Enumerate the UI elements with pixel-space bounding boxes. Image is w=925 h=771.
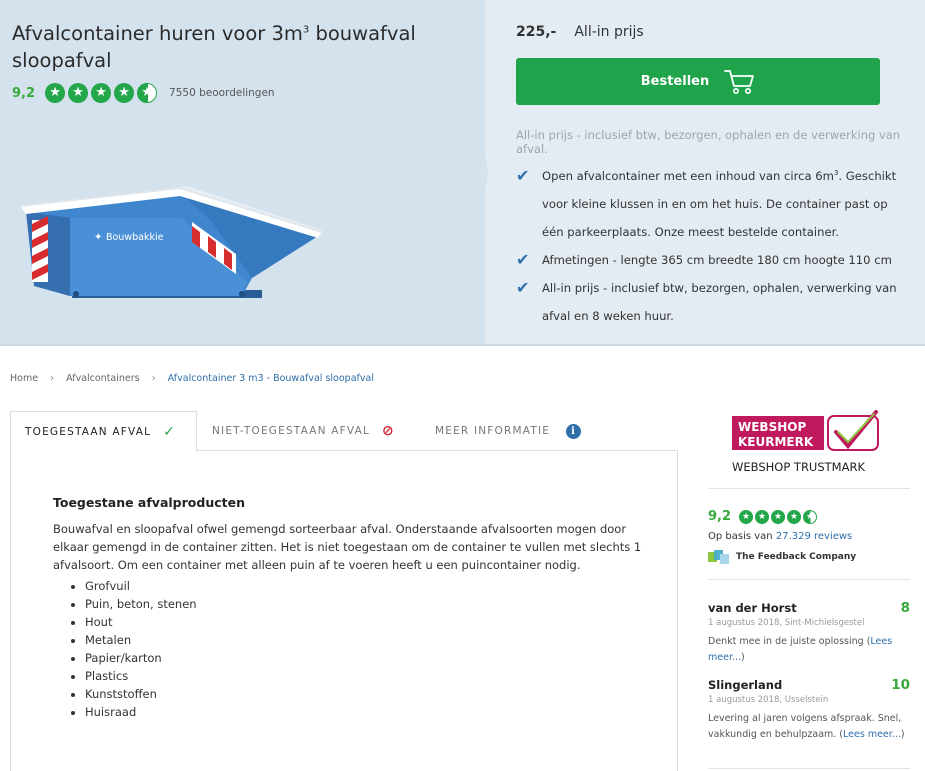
order-button-label: Bestellen [640,74,710,89]
rating-stars: ★ ★ ★ ★ ★ [45,83,158,103]
review-score: 8 [900,600,910,616]
half-star-icon: ★ [137,83,158,103]
chevron-right-icon: › [151,373,156,384]
list-item: Metalen [85,631,197,649]
svg-text:WEBSHOP TRUSTMARK: WEBSHOP TRUSTMARK [732,460,865,474]
star-icon: ★ [755,509,770,524]
tab-label: TOEGESTAAN AFVAL [25,426,152,438]
breadcrumb-home[interactable]: Home [10,373,38,384]
hazard-stripes-left [32,216,48,282]
panel-description: Bouwafval en sloopafval ofwel gemengd so… [53,522,642,572]
webshop-trustmark-logo[interactable]: WEBSHOP KEURMERK WEBSHOP TRUSTMARK [730,410,890,476]
tab-more-info[interactable]: MEER INFORMATIE i [435,411,582,451]
breadcrumb: Home › Afvalcontainers › Afvalcontainer … [10,373,374,384]
star-icon: ★ [771,509,786,524]
list-item: Hout [85,613,197,631]
order-button[interactable]: Bestellen [516,58,880,105]
review-count: 7550 beoordelingen [169,87,275,99]
review-item: van der Horst 8 1 augustus 2018, Sint-Mi… [708,600,910,666]
review-meta: 1 augustus 2018, Usselstein [708,695,829,705]
cart-icon [724,69,755,94]
panel-title: Toegestane afvalproducten [53,495,245,510]
star-icon: ★ [91,83,112,103]
breadcrumb-category[interactable]: Afvalcontainers [66,373,140,384]
star-icon: ★ [787,509,802,524]
tab-allowed-waste[interactable]: TOEGESTAAN AFVAL ✓ [10,411,197,452]
tab-panel: Toegestane afvalproducten Bouwafval en s… [10,450,678,771]
tab-label: MEER INFORMATIE [435,425,551,437]
list-item: Papier/karton [85,649,197,667]
list-item: Kunststoffen [85,685,197,703]
review-text: Denkt mee in de juiste oplossing (Lees m… [708,636,893,663]
feature-item: ✔ All-in prijs - inclusief btw, bezorgen… [516,274,911,330]
feature-item: ✔ Open afvalcontainer met een inhoud van… [516,162,911,246]
price-row: 225,- All-in prijs [516,24,644,40]
review-score: 10 [891,677,910,693]
tab-not-allowed-waste[interactable]: NIET-TOEGESTAAN AFVAL ⊘ [212,411,395,451]
tab-label: NIET-TOEGESTAAN AFVAL [212,425,371,437]
star-icon: ★ [114,83,135,103]
container-image: ✦ Bouwbakkie [19,186,323,298]
feature-list: ✔ Open afvalcontainer met een inhoud van… [516,162,911,330]
review-text: Levering al jaren volgens afspraak. Snel… [708,713,905,740]
hero-divider [0,344,925,346]
based-on-reviews: Op basis van 27.329 reviews [708,531,853,542]
info-icon: i [566,423,582,439]
sidebar-stars: ★ ★ ★ ★ ★ [739,509,818,524]
check-icon: ✔ [516,166,530,185]
feature-text: All-in prijs - inclusief btw, bezorgen, … [542,281,897,323]
feature-text: Afmetingen - lengte 365 cm breedte 180 c… [542,253,892,267]
star-icon: ★ [68,83,89,103]
price-label: All-in prijs [574,24,644,40]
feedback-company[interactable]: The Feedback Company [708,550,856,564]
half-star-icon: ★ [803,509,818,524]
allowed-items-list: Grofvuil Puin, beton, stenen Hout Metale… [85,577,197,721]
check-icon: ✔ [516,278,530,297]
prohibited-icon: ⊘ [382,423,395,439]
review-item: Slingerland 10 1 augustus 2018, Usselste… [708,677,910,743]
rating-score: 9,2 [12,85,36,101]
product-title: Afvalcontainer huren voor 3m3 bouwafval … [12,22,416,72]
price-note: All-in prijs - inclusief btw, bezorgen, … [516,128,901,156]
list-item: Puin, beton, stenen [85,595,197,613]
checkmark-icon: ✓ [163,424,177,440]
chevron-right-icon: › [50,373,55,384]
list-item: Plastics [85,667,197,685]
svg-text:✦: ✦ [94,232,102,243]
container-brand-label: Bouwbakkie [106,232,164,243]
reviews-link[interactable]: 27.329 reviews [776,531,852,542]
star-icon: ★ [739,509,754,524]
waste-tabs: TOEGESTAAN AFVAL ✓ NIET-TOEGESTAAN AFVAL… [10,411,678,452]
reviewer-name: Slingerland [708,678,783,692]
svg-text:WEBSHOP: WEBSHOP [738,420,806,434]
divider [708,488,910,489]
price: 225,- [516,24,557,40]
divider [708,579,910,580]
feedback-company-label: The Feedback Company [736,552,857,562]
product-rating[interactable]: 9,2 ★ ★ ★ ★ ★ 7550 beoordelingen [12,82,275,104]
hero-arrow [462,0,488,346]
sidebar-rating-score: 9,2 [708,509,732,524]
divider [708,768,910,769]
reviewer-name: van der Horst [708,601,797,615]
star-icon: ★ [45,83,66,103]
list-item: Grofvuil [85,577,197,595]
review-meta: 1 augustus 2018, Sint-Michielsgestel [708,618,865,628]
sidebar-rating: 9,2 ★ ★ ★ ★ ★ [708,509,818,524]
feedback-company-logo-icon [708,550,729,564]
breadcrumb-current[interactable]: Afvalcontainer 3 m3 - Bouwafval sloopafv… [168,373,374,384]
read-more-link[interactable]: Lees meer... [843,729,901,740]
product-hero: Afvalcontainer huren voor 3m3 bouwafval … [0,0,925,346]
list-item: Huisraad [85,703,197,721]
feature-item: ✔ Afmetingen - lengte 365 cm breedte 180… [516,246,911,274]
feature-text: Open afvalcontainer met een inhoud van c… [542,169,897,239]
check-icon: ✔ [516,250,530,269]
svg-text:KEURMERK: KEURMERK [738,435,814,449]
